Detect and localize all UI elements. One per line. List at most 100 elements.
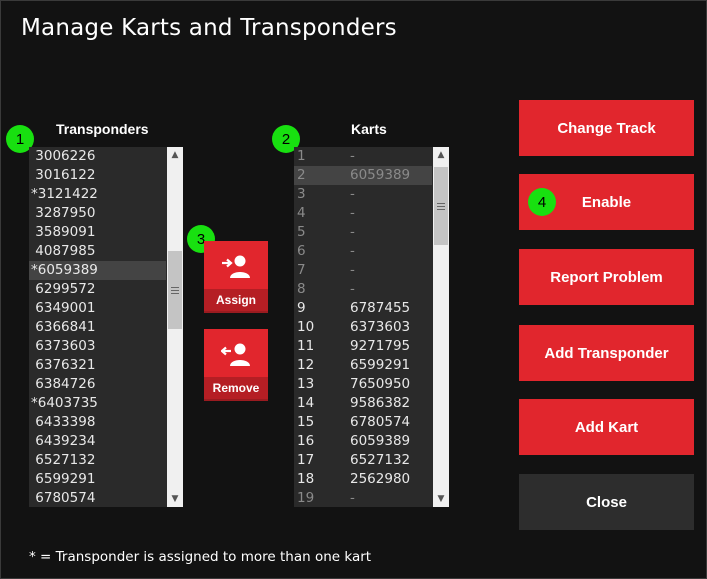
- transponder-list-item[interactable]: 6376321: [29, 356, 166, 375]
- transponders-header: Transponders: [56, 121, 149, 137]
- kart-list-item[interactable]: 10 6373603: [294, 318, 432, 337]
- kart-transponder: 6373603: [350, 319, 411, 335]
- kart-number: 1: [297, 148, 306, 164]
- manage-karts-window: Manage Karts and Transponders 1 Transpon…: [0, 0, 707, 579]
- kart-transponder: -: [350, 186, 355, 202]
- scroll-thumb[interactable]: [168, 251, 182, 329]
- add-transponder-button[interactable]: Add Transponder: [519, 325, 694, 381]
- transponder-list-item[interactable]: 4087985: [29, 242, 166, 261]
- kart-list-item[interactable]: 16 6059389: [294, 432, 432, 451]
- kart-list-item[interactable]: 2 6059389: [294, 166, 432, 185]
- kart-list-item[interactable]: 15 6780574: [294, 413, 432, 432]
- kart-list-item[interactable]: 6-: [294, 242, 432, 261]
- transponders-scrollbar[interactable]: ▲ ▼: [167, 147, 183, 507]
- kart-list-item[interactable]: 11 9271795: [294, 337, 432, 356]
- callout-badge-4: 4: [528, 188, 556, 216]
- transponder-list-item[interactable]: *6403735: [29, 394, 166, 413]
- kart-list-item[interactable]: 3-: [294, 185, 432, 204]
- kart-number: 9: [297, 300, 306, 316]
- transponder-list-item[interactable]: 3589091: [29, 223, 166, 242]
- assign-user-icon: [222, 255, 250, 278]
- kart-transponder: 9586382: [350, 395, 411, 411]
- scroll-thumb[interactable]: [434, 167, 448, 245]
- kart-number: 6: [297, 243, 306, 259]
- transponder-list-item[interactable]: 6527132: [29, 451, 166, 470]
- transponder-list-item[interactable]: *6059389: [29, 261, 166, 280]
- karts-list[interactable]: 1-2 6059389 3-4-5-6-7-8-9 6787455 10 6373603 1…: [294, 147, 449, 507]
- kart-list-item[interactable]: 13 7650950: [294, 375, 432, 394]
- assign-button[interactable]: Assign: [204, 241, 268, 313]
- transponder-list-item[interactable]: 6433398: [29, 413, 166, 432]
- change-track-button[interactable]: Change Track: [519, 100, 694, 156]
- close-button[interactable]: Close: [519, 474, 694, 530]
- transponder-list-item[interactable]: 6384726: [29, 375, 166, 394]
- kart-list-item[interactable]: 17 6527132: [294, 451, 432, 470]
- transponder-list-item[interactable]: 6299572: [29, 280, 166, 299]
- kart-number: 12: [297, 357, 315, 373]
- transponder-list-item[interactable]: 3016122: [29, 166, 166, 185]
- report-problem-button[interactable]: Report Problem: [519, 249, 694, 305]
- kart-number: 7: [297, 262, 306, 278]
- remove-button[interactable]: Remove: [204, 329, 268, 401]
- kart-list-item[interactable]: 5-: [294, 223, 432, 242]
- scroll-down-icon[interactable]: ▼: [433, 491, 449, 507]
- kart-transponder: -: [350, 205, 355, 221]
- add-kart-button[interactable]: Add Kart: [519, 399, 694, 455]
- kart-number: 19: [297, 490, 315, 506]
- kart-transponder: 6059389: [350, 167, 411, 183]
- kart-transponder: 9271795: [350, 338, 411, 354]
- kart-list-item[interactable]: 14 9586382: [294, 394, 432, 413]
- remove-user-icon: [221, 343, 250, 366]
- kart-list-item[interactable]: 4-: [294, 204, 432, 223]
- transponder-list-item[interactable]: 3006226: [29, 147, 166, 166]
- kart-number: 17: [297, 452, 315, 468]
- transponder-list-item[interactable]: 6599291: [29, 470, 166, 489]
- assign-label: Assign: [204, 289, 268, 311]
- kart-number: 11: [297, 338, 315, 354]
- kart-number: 5: [297, 224, 306, 240]
- kart-transponder: -: [350, 490, 355, 506]
- kart-list-item[interactable]: 8-: [294, 280, 432, 299]
- kart-list-item[interactable]: 7-: [294, 261, 432, 280]
- kart-list-item[interactable]: 12 6599291: [294, 356, 432, 375]
- karts-rows: 1-2 6059389 3-4-5-6-7-8-9 6787455 10 6373603 1…: [294, 147, 432, 507]
- kart-transponder: 6527132: [350, 452, 411, 468]
- kart-number: 2: [297, 167, 306, 183]
- transponders-rows: 3006226 3016122 *3121422 3287950 3589091 …: [29, 147, 166, 507]
- transponder-list-item[interactable]: 6439234: [29, 432, 166, 451]
- karts-header: Karts: [351, 121, 387, 137]
- karts-scrollbar[interactable]: ▲ ▼: [433, 147, 449, 507]
- kart-transponder: -: [350, 224, 355, 240]
- transponder-list-item[interactable]: 6373603: [29, 337, 166, 356]
- kart-transponder: -: [350, 148, 355, 164]
- transponder-list-item[interactable]: 3287950: [29, 204, 166, 223]
- scroll-up-icon[interactable]: ▲: [433, 147, 449, 163]
- kart-transponder: -: [350, 281, 355, 297]
- kart-list-item[interactable]: 9 6787455: [294, 299, 432, 318]
- kart-number: 18: [297, 471, 315, 487]
- kart-number: 13: [297, 376, 315, 392]
- transponder-list-item[interactable]: 6780574: [29, 489, 166, 507]
- kart-transponder: -: [350, 243, 355, 259]
- transponder-list-item[interactable]: *3121422: [29, 185, 166, 204]
- kart-number: 8: [297, 281, 306, 297]
- kart-number: 3: [297, 186, 306, 202]
- kart-transponder: 2562980: [350, 471, 411, 487]
- footnote: * = Transponder is assigned to more than…: [29, 549, 372, 565]
- kart-number: 4: [297, 205, 306, 221]
- kart-number: 16: [297, 433, 315, 449]
- transponder-list-item[interactable]: 6366841: [29, 318, 166, 337]
- kart-transponder: 6599291: [350, 357, 411, 373]
- scroll-down-icon[interactable]: ▼: [167, 491, 183, 507]
- transponders-list[interactable]: 3006226 3016122 *3121422 3287950 3589091 …: [29, 147, 183, 507]
- kart-list-item[interactable]: 19 -: [294, 489, 432, 507]
- kart-transponder: 6780574: [350, 414, 411, 430]
- kart-number: 14: [297, 395, 315, 411]
- kart-list-item[interactable]: 18 2562980: [294, 470, 432, 489]
- remove-label: Remove: [204, 377, 268, 399]
- kart-transponder: 6059389: [350, 433, 411, 449]
- transponder-list-item[interactable]: 6349001: [29, 299, 166, 318]
- kart-list-item[interactable]: 1-: [294, 147, 432, 166]
- kart-number: 15: [297, 414, 315, 430]
- scroll-up-icon[interactable]: ▲: [167, 147, 183, 163]
